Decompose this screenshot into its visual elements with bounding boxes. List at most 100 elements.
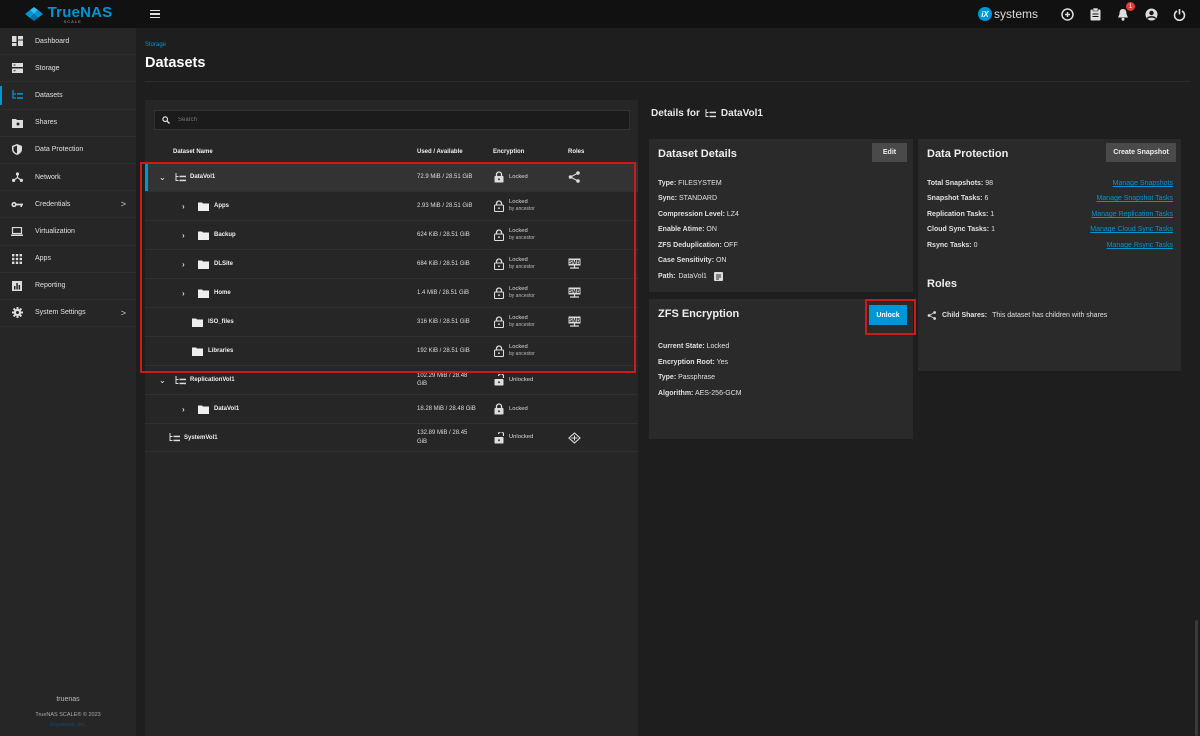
page-title: Datasets	[145, 55, 206, 71]
sidebar-item-dashboard[interactable]: Dashboard	[0, 28, 136, 56]
ix-mark: iX	[977, 7, 992, 21]
sidebar-item-datasets[interactable]: Datasets	[0, 82, 136, 110]
share-icon	[568, 171, 580, 183]
dataset-used: 132.89 MiB / 28.45 GiB	[417, 430, 468, 445]
sidebar-item-credentials[interactable]: Credentials >	[0, 191, 136, 219]
encryption-status: Locked by ancestor	[509, 199, 535, 213]
unlock-button[interactable]: Unlock	[869, 305, 907, 325]
sidebar-item-apps[interactable]: Apps	[0, 246, 136, 273]
search-box[interactable]	[154, 110, 630, 130]
field-path: Path: DataVol1	[658, 272, 723, 281]
field-key: Current State:	[658, 343, 705, 350]
svg-text:SMB: SMB	[569, 289, 581, 295]
datasets-icon	[10, 89, 24, 101]
field-key: Rsync Tasks:	[927, 242, 972, 249]
tree-row-systemvol1[interactable]: SystemVol1 132.89 MiB / 28.45 GiB Unlock…	[145, 423, 638, 452]
field-key: Encryption Root:	[658, 359, 715, 366]
field-key: Algorithm:	[658, 390, 694, 397]
tree-row-backup[interactable]: › Backup 624 KiB / 28.51 GiB Locked by an…	[145, 220, 638, 249]
breadcrumb[interactable]: Storage	[145, 42, 166, 48]
search-input[interactable]	[178, 117, 578, 123]
tree-row-datavol1[interactable]: ⌄ DataVol1 72.9 MiB / 28.51 GiB Locked	[145, 162, 638, 191]
card-title: Roles	[927, 278, 957, 290]
edit-button[interactable]: Edit	[872, 143, 907, 162]
manage-snapshots-link[interactable]: Manage Snapshots	[1113, 180, 1173, 187]
account-icon[interactable]	[1144, 7, 1158, 21]
encryption-state: Locked	[509, 173, 528, 180]
ixsystems-logo[interactable]: iX systems	[977, 7, 1038, 21]
manage-replication-tasks-link[interactable]: Manage Replication Tasks	[1091, 211, 1173, 218]
sidebar-item-shares[interactable]: Shares	[0, 110, 136, 137]
chevron-down-icon[interactable]: ⌄	[159, 173, 166, 182]
alerts-badge: 1	[1126, 2, 1135, 11]
manage-rsync-tasks-link[interactable]: Manage Rsync Tasks	[1107, 242, 1173, 249]
lock-closed-icon	[494, 316, 504, 328]
encryption-state: Unlocked	[509, 376, 534, 383]
folder-icon	[192, 347, 203, 356]
dataset-name: SystemVol1	[184, 434, 218, 441]
company-link[interactable]: iXsystems, Inc.	[0, 722, 136, 728]
sidebar-item-virtualization[interactable]: Virtualization	[0, 218, 136, 246]
encryption-state: Locked	[509, 199, 528, 206]
encryption-substate: by ancestor	[509, 322, 535, 328]
card-title: Data Protection	[927, 148, 1009, 160]
top-bar: TrueNAS SCALE iX systems 1	[0, 0, 1200, 28]
dataset-used: 2.93 MiB / 28.51 GiB	[417, 202, 473, 209]
chevron-right-icon[interactable]: ›	[182, 260, 185, 269]
field-compression: Compression Level: LZ4	[658, 211, 739, 218]
tree-row-libraries[interactable]: Libraries 192 KiB / 28.51 GiB Locked by a…	[145, 336, 638, 365]
field-sync: Sync: STANDARD	[658, 195, 717, 202]
chevron-right-icon[interactable]: ›	[182, 289, 185, 298]
encryption-substate: by ancestor	[509, 235, 535, 241]
tree-row-replication-datavol1[interactable]: › DataVol1 18.28 MiB / 28.48 GiB Locked	[145, 394, 638, 423]
clipboard-icon[interactable]	[1088, 7, 1102, 21]
dataset-root-icon	[175, 375, 186, 384]
encryption-state: Locked	[509, 405, 528, 412]
tree-row-dlsite[interactable]: › DLSite 684 KiB / 28.51 GiB Locked by an…	[145, 249, 638, 278]
column-header-roles[interactable]: Roles	[568, 149, 584, 155]
tree-row-replicationvol1[interactable]: ⌄ ReplicationVol1 102.29 MiB / 28.48 GiB…	[145, 365, 638, 394]
create-snapshot-button[interactable]: Create Snapshot	[1106, 143, 1176, 162]
encryption-state: Locked	[509, 228, 528, 235]
chevron-right-icon[interactable]: ›	[182, 231, 185, 240]
column-header-encryption[interactable]: Encryption	[493, 149, 524, 155]
tree-row-apps[interactable]: › Apps 2.93 MiB / 28.51 GiB Locked by anc…	[145, 191, 638, 220]
sidebar-item-storage[interactable]: Storage	[0, 55, 136, 83]
lock-closed-icon	[494, 200, 504, 212]
folder-icon	[198, 260, 209, 269]
menu-toggle-button[interactable]	[150, 7, 164, 21]
dataset-used: 192 KiB / 28.51 GiB	[417, 347, 470, 354]
truenas-logo[interactable]: TrueNAS SCALE	[0, 0, 136, 28]
column-header-name[interactable]: Dataset Name	[173, 149, 213, 155]
tree-row-home[interactable]: › Home 1.4 MiB / 28.51 GiB Locked by ance…	[145, 278, 638, 307]
sidebar-item-network[interactable]: Network	[0, 164, 136, 192]
sidebar-item-reporting[interactable]: Reporting	[0, 273, 136, 300]
bell-icon[interactable]: 1	[1116, 2, 1135, 21]
encryption-substate: by ancestor	[509, 293, 535, 299]
sidebar-item-system-settings[interactable]: System Settings >	[0, 300, 136, 328]
copy-icon[interactable]	[713, 272, 723, 281]
power-icon[interactable]	[1172, 7, 1186, 21]
tree-row-iso-files[interactable]: ISO_files 316 KiB / 28.51 GiB Locked by a…	[145, 307, 638, 336]
chevron-down-icon[interactable]: ⌄	[159, 376, 166, 385]
dataset-name: Home	[214, 290, 231, 296]
chevron-right-icon[interactable]: ›	[182, 405, 185, 414]
manage-cloud-sync-tasks-link[interactable]: Manage Cloud Sync Tasks	[1090, 226, 1173, 233]
field-value: FILESYSTEM	[678, 180, 722, 187]
field-value: Passphrase	[678, 374, 716, 381]
chevron-right-icon[interactable]: ›	[182, 202, 185, 211]
sidebar: Dashboard Storage Datasets Shares Data P…	[0, 28, 136, 736]
manage-snapshot-tasks-link[interactable]: Manage Snapshot Tasks	[1096, 195, 1173, 202]
field-value: STANDARD	[679, 195, 717, 202]
column-header-used[interactable]: Used / Available	[417, 149, 463, 155]
dataset-used: 18.28 MiB / 28.48 GiB	[417, 405, 476, 412]
dataset-tree-panel: Dataset Name Used / Available Encryption…	[145, 100, 638, 736]
svg-text:SMB: SMB	[569, 318, 581, 324]
field-key: Type:	[658, 180, 677, 187]
page-scrollbar[interactable]	[1195, 620, 1198, 736]
sidebar-item-label: System Settings	[35, 309, 86, 317]
sidebar-item-label: Network	[35, 173, 61, 181]
sidebar-item-data-protection[interactable]: Data Protection	[0, 137, 136, 164]
chevron-right-icon: >	[120, 307, 126, 318]
truecommand-icon[interactable]	[1060, 7, 1074, 21]
